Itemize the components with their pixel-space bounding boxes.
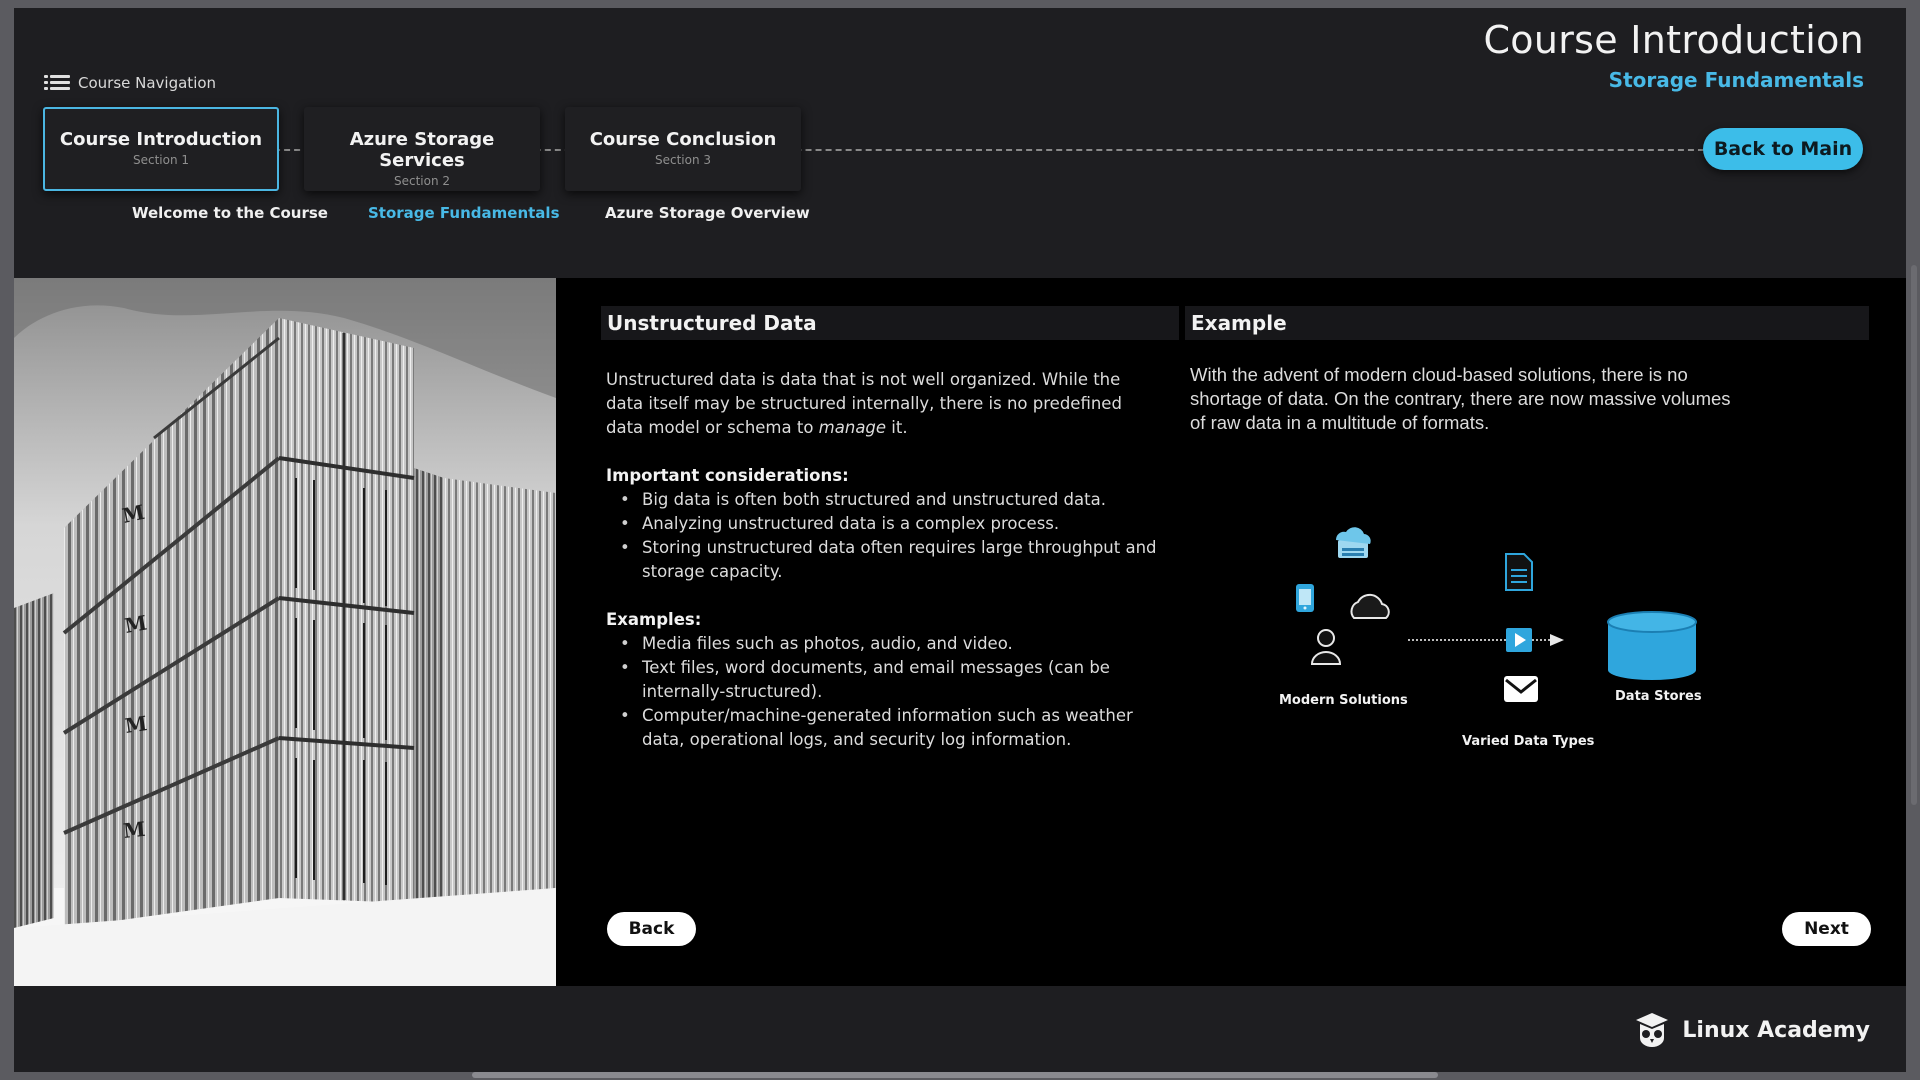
examples-list: Media files such as photos, audio, and v… bbox=[606, 632, 1161, 752]
document-icon bbox=[1505, 553, 1533, 591]
step-title: Azure Storage Services bbox=[349, 129, 495, 171]
brand-name: Linux Academy bbox=[1682, 1017, 1870, 1043]
step-course-conclusion[interactable]: Course Conclusion Section 3 bbox=[565, 107, 801, 191]
modern-solutions-label: Modern Solutions bbox=[1279, 693, 1408, 708]
data-flow-diagram: Modern Solutions Varied Data Types Data … bbox=[1254, 518, 1734, 758]
brand: Linux Academy bbox=[1632, 1010, 1870, 1050]
step-caption-storage-fundamentals[interactable]: Storage Fundamentals bbox=[368, 204, 560, 222]
user-icon bbox=[1310, 629, 1342, 665]
intro-emphasis: manage bbox=[818, 418, 887, 437]
considerations-label: Important considerations: bbox=[606, 466, 849, 485]
varied-data-types-label: Varied Data Types bbox=[1462, 734, 1595, 749]
list-item: Computer/machine-generated information s… bbox=[606, 704, 1161, 752]
video-icon bbox=[1506, 628, 1532, 652]
step-title: Course Introduction bbox=[59, 129, 263, 150]
step-section: Section 2 bbox=[393, 174, 451, 188]
svg-text:M: M bbox=[123, 711, 148, 738]
list-item: Text files, word documents, and email me… bbox=[606, 656, 1161, 704]
cloud-storage-icon bbox=[1335, 527, 1371, 558]
vertical-scrollbar[interactable] bbox=[1911, 265, 1917, 805]
step-caption-welcome[interactable]: Welcome to the Course bbox=[132, 204, 328, 222]
example-heading: Example bbox=[1185, 306, 1869, 340]
mobile-device-icon bbox=[1296, 584, 1314, 612]
horizontal-scrollbar[interactable] bbox=[472, 1072, 1438, 1078]
mail-icon bbox=[1504, 676, 1538, 702]
cloud-icon bbox=[1350, 593, 1390, 619]
step-azure-storage-services[interactable]: Azure Storage Services Section 2 bbox=[304, 107, 540, 191]
step-caption-azure-storage-overview[interactable]: Azure Storage Overview bbox=[605, 204, 810, 222]
svg-text:M: M bbox=[123, 610, 149, 637]
back-button[interactable]: Back bbox=[607, 912, 696, 946]
database-icon bbox=[1607, 611, 1697, 680]
course-navigation-toggle[interactable]: Course Navigation bbox=[44, 74, 216, 92]
list-item: Media files such as photos, audio, and v… bbox=[606, 632, 1161, 656]
example-text: With the advent of modern cloud-based so… bbox=[1190, 364, 1731, 433]
svg-text:M: M bbox=[122, 817, 147, 843]
step-section: Section 1 bbox=[132, 153, 190, 167]
course-header: Course Introduction Storage Fundamentals… bbox=[14, 8, 1906, 275]
course-navigation-label: Course Navigation bbox=[78, 74, 217, 92]
intro-paragraph: Unstructured data is data that is not we… bbox=[606, 368, 1161, 440]
list-item: Big data is often both structured and un… bbox=[606, 488, 1161, 512]
unstructured-data-heading: Unstructured Data bbox=[601, 306, 1179, 340]
step-section: Section 3 bbox=[654, 153, 712, 167]
data-stores-label: Data Stores bbox=[1615, 689, 1702, 704]
step-title: Course Conclusion bbox=[589, 129, 777, 150]
list-item: Analyzing unstructured data is a complex… bbox=[606, 512, 1161, 536]
owl-logo-icon bbox=[1636, 1013, 1669, 1047]
step-course-introduction[interactable]: Course Introduction Section 1 bbox=[43, 107, 279, 191]
list-item: Storing unstructured data often requires… bbox=[606, 536, 1161, 584]
shipping-containers-image: M M M M bbox=[14, 278, 556, 986]
back-to-main-button[interactable]: Back to Main bbox=[1703, 128, 1863, 170]
unstructured-data-body: Unstructured data is data that is not we… bbox=[606, 368, 1161, 776]
page-subtitle: Storage Fundamentals bbox=[1608, 68, 1864, 92]
next-button[interactable]: Next bbox=[1782, 912, 1871, 946]
page-title: Course Introduction bbox=[1483, 18, 1864, 62]
intro-text-end: it. bbox=[886, 418, 908, 437]
lesson-content: M M M M Unstructured Data Example Unstru… bbox=[14, 278, 1906, 986]
course-window: Course Introduction Storage Fundamentals… bbox=[14, 8, 1906, 1072]
examples-label: Examples: bbox=[606, 610, 702, 629]
footer: Linux Academy bbox=[14, 986, 1906, 1072]
list-icon bbox=[44, 74, 70, 92]
considerations-list: Big data is often both structured and un… bbox=[606, 488, 1161, 584]
